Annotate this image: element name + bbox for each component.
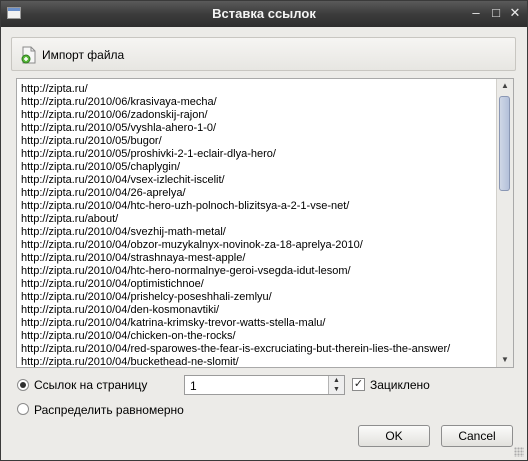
link-line: http://zipta.ru/2010/04/vsex-izlechit-is… xyxy=(21,174,225,186)
scrollbar-thumb[interactable] xyxy=(499,96,510,191)
links-list: http://zipta.ru/http://zipta.ru/2010/06/… xyxy=(21,83,495,368)
title-bar[interactable]: Вставка ссылок – □ ✕ xyxy=(1,1,527,27)
maximize-icon[interactable]: □ xyxy=(488,5,504,21)
link-line: http://zipta.ru/2010/04/red-sparowes-the… xyxy=(21,343,451,355)
distribute-label: Распределить равномерно xyxy=(34,403,184,417)
link-line: http://zipta.ru/2010/04/svezhij-math-met… xyxy=(21,226,226,238)
link-line: http://zipta.ru/2010/04/prishelcy-posesh… xyxy=(21,291,272,303)
import-file-label: Импорт файла xyxy=(42,48,125,62)
per-page-label: Ссылок на страницу xyxy=(34,378,148,392)
ok-button[interactable]: OK xyxy=(358,425,430,447)
link-line: http://zipta.ru/2010/06/zadonskij-rajon/ xyxy=(21,109,208,121)
link-line: http://zipta.ru/2010/04/den-kosmonavtiki… xyxy=(21,304,220,316)
link-line: http://zipta.ru/2010/05/chaplygin/ xyxy=(21,161,180,173)
window-title: Вставка ссылок xyxy=(212,6,316,21)
links-textarea[interactable]: http://zipta.ru/http://zipta.ru/2010/06/… xyxy=(16,78,514,368)
import-file-button[interactable]: Импорт файла xyxy=(20,45,128,65)
vertical-scrollbar[interactable]: ▲ ▼ xyxy=(496,79,513,367)
minimize-icon[interactable]: – xyxy=(468,5,484,21)
per-page-value[interactable]: 1 xyxy=(190,379,197,393)
resize-grip[interactable] xyxy=(514,447,524,457)
close-icon[interactable]: ✕ xyxy=(507,5,523,21)
spin-down-icon[interactable]: ▼ xyxy=(328,385,344,394)
link-line: http://zipta.ru/2010/04/26-aprelya/ xyxy=(21,187,186,199)
insert-links-dialog: Вставка ссылок – □ ✕ Импорт файла http:/… xyxy=(0,0,528,461)
link-line: http://zipta.ru/2010/04/strashnaya-mest-… xyxy=(21,252,246,264)
toolbar: Импорт файла xyxy=(11,37,516,71)
spin-up-icon[interactable]: ▲ xyxy=(328,376,344,385)
import-file-icon xyxy=(21,46,36,64)
link-line: http://zipta.ru/ xyxy=(21,83,88,95)
link-line: http://zipta.ru/2010/04/chicken-on-the-r… xyxy=(21,330,236,342)
link-line: http://zipta.ru/2010/04/obzor-muzykalnyx… xyxy=(21,239,363,251)
scroll-down-icon[interactable]: ▼ xyxy=(497,353,513,367)
link-line: http://zipta.ru/2010/06/krasivaya-mecha/ xyxy=(21,96,217,108)
link-line: http://zipta.ru/2010/04/htc-hero-normaln… xyxy=(21,265,351,277)
link-line: http://zipta.ru/about/ xyxy=(21,213,119,225)
link-line: http://zipta.ru/2010/04/katrina-krimsky-… xyxy=(21,317,326,329)
link-line: http://zipta.ru/2010/04/buckethead-ne-sl… xyxy=(21,356,239,368)
loop-checkbox[interactable]: ✓ xyxy=(352,378,365,391)
link-line: http://zipta.ru/2010/05/proshivki-2-1-ec… xyxy=(21,148,276,160)
distribute-radio[interactable] xyxy=(17,403,29,415)
link-line: http://zipta.ru/2010/04/htc-hero-uzh-pol… xyxy=(21,200,350,212)
per-page-spinbox[interactable]: 1 ▲ ▼ xyxy=(184,375,345,395)
per-page-radio[interactable] xyxy=(17,379,29,391)
link-line: http://zipta.ru/2010/04/optimistichnoe/ xyxy=(21,278,204,290)
link-line: http://zipta.ru/2010/05/vyshla-ahero-1-0… xyxy=(21,122,217,134)
link-line: http://zipta.ru/2010/05/bugor/ xyxy=(21,135,162,147)
cancel-button[interactable]: Cancel xyxy=(441,425,513,447)
loop-label: Зациклено xyxy=(370,378,430,392)
scroll-up-icon[interactable]: ▲ xyxy=(497,79,513,93)
